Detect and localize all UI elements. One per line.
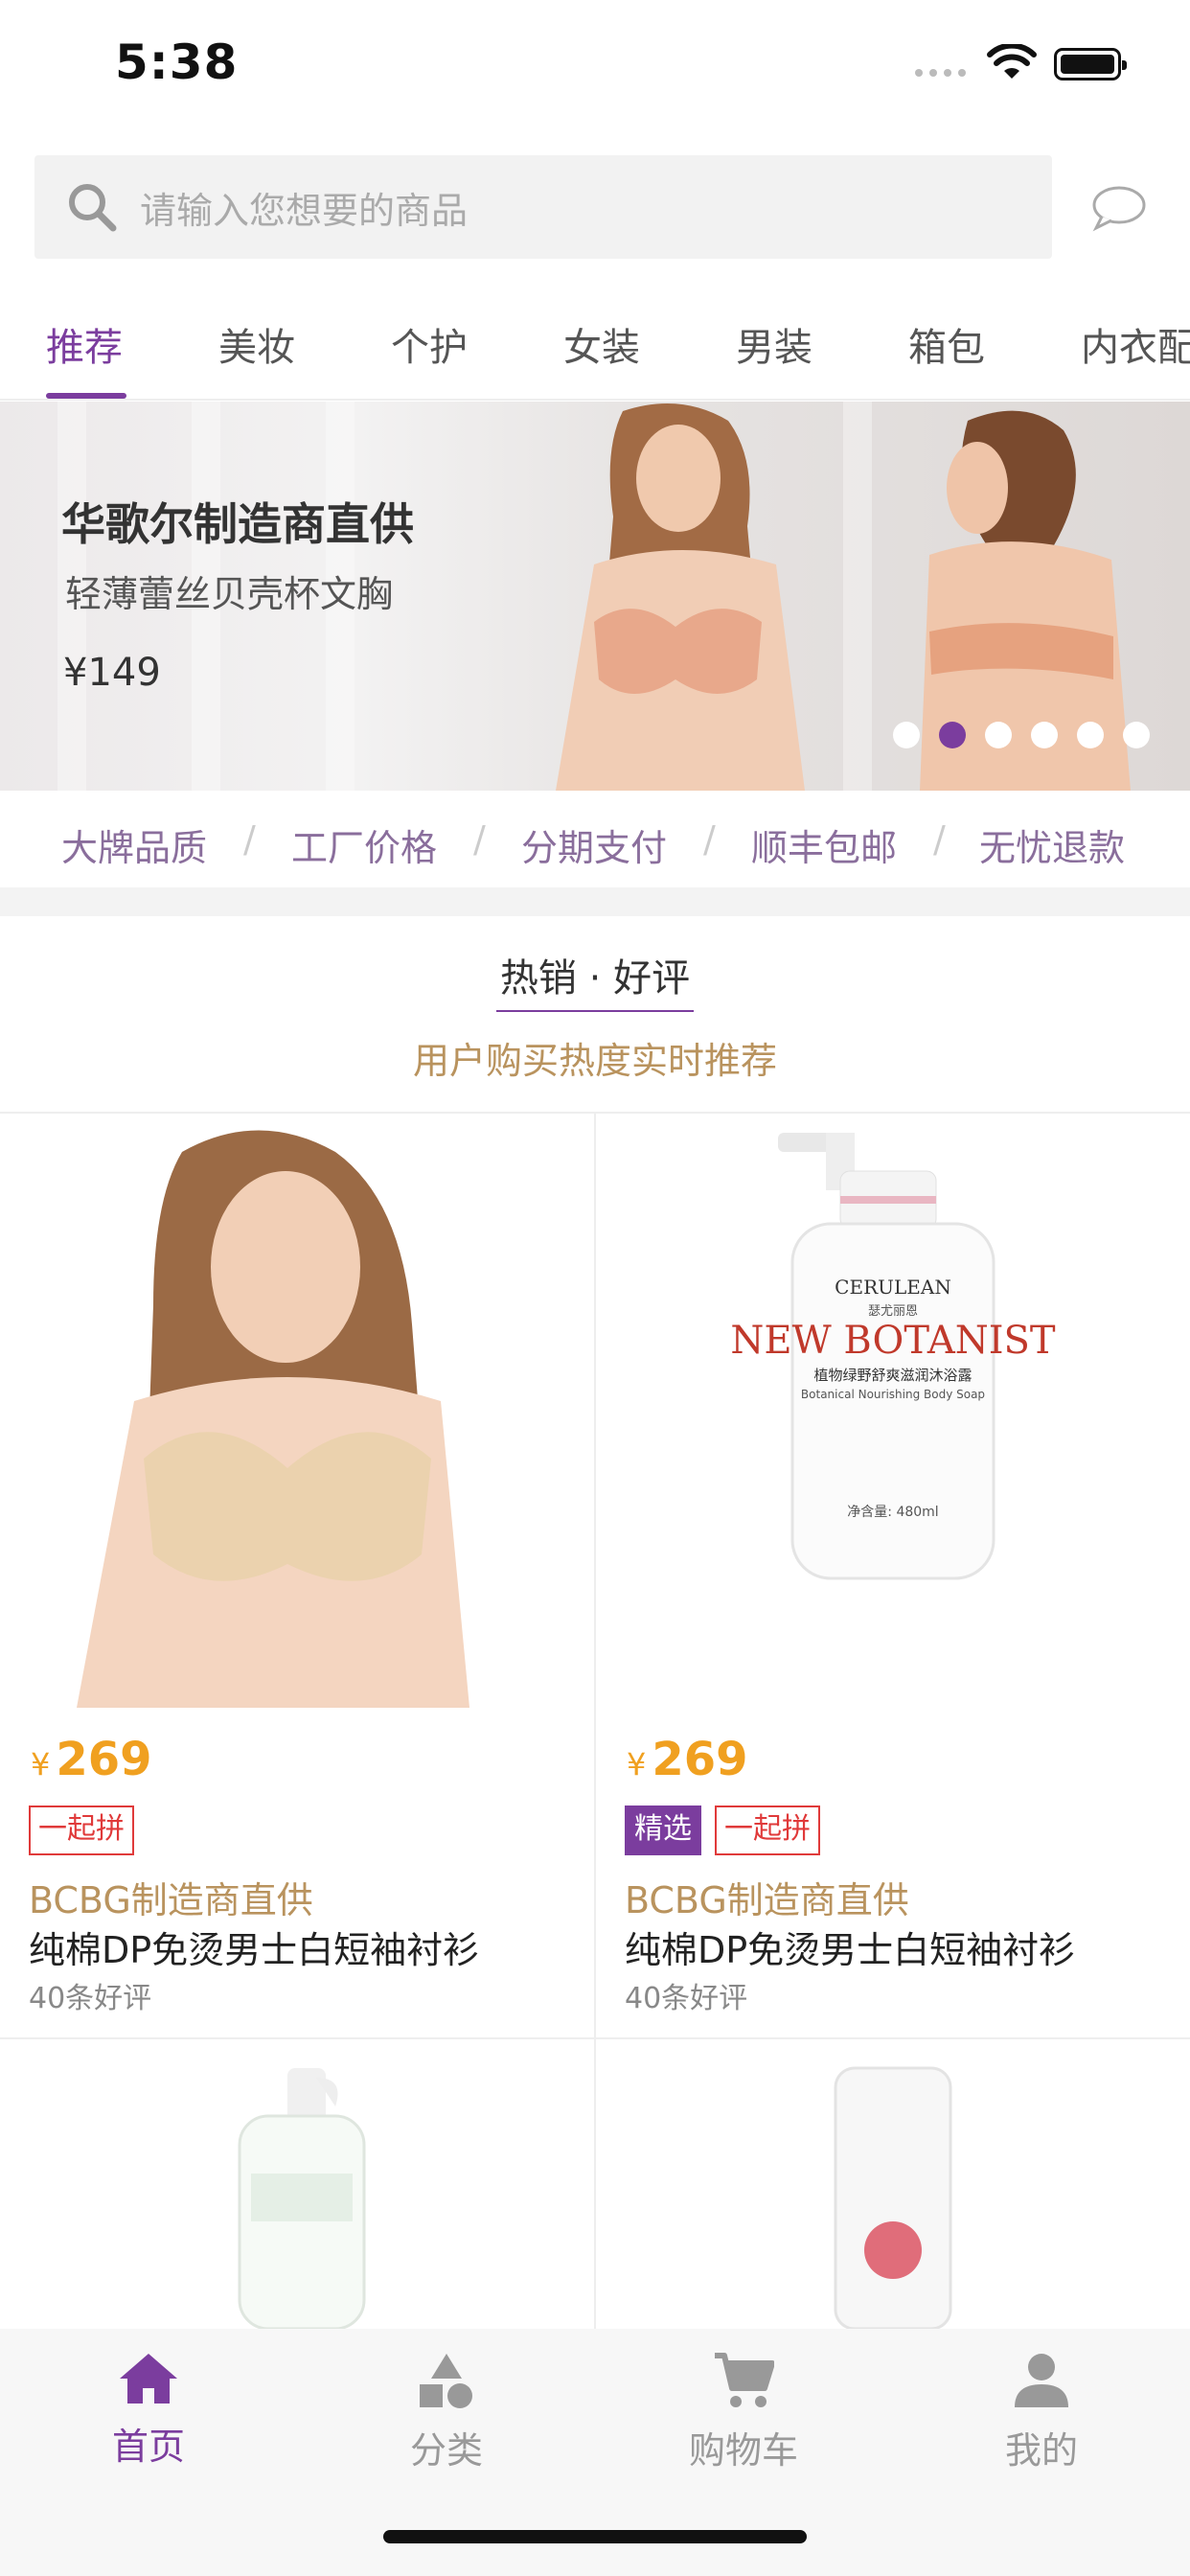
product-badges: 精选 一起拼 [625,1806,820,1855]
tab-active-indicator [46,393,126,399]
service-features: 大牌品质 / 工厂价格 / 分期支付 / 顺丰包邮 / 无忧退款 [0,792,1190,887]
wifi-icon [987,44,1037,79]
nav-cart[interactable]: 购物车 [648,2352,839,2473]
price-value: 269 [652,1733,748,1786]
tab-womens[interactable]: 女装 [563,316,640,372]
feature-brand-quality: 大牌品质 [61,827,208,869]
user-icon [1015,2354,1068,2407]
product-image: NEW BOTANIST CERULEAN 瑟尤丽恩 植物绿野舒爽滋润沐浴露 B… [730,1133,1056,1580]
group-buy-badge: 一起拼 [715,1806,820,1855]
product-price: ¥269 [31,1733,152,1786]
product-brand: BCBG制造商直供 [625,1879,909,1921]
cart-icon [715,2353,775,2407]
banner-dot[interactable] [893,722,920,748]
product-card[interactable]: NEW BOTANIST CERULEAN 瑟尤丽恩 植物绿野舒爽滋润沐浴露 B… [596,1114,1190,2037]
feature-separator: / [703,818,716,861]
nav-category[interactable]: 分类 [351,2352,542,2473]
currency-symbol: ¥ [31,1746,51,1782]
banner-dot[interactable] [1031,722,1058,748]
feature-separator: / [243,818,256,861]
feature-separator: / [473,818,486,861]
bottle-volume-text: 净含量: 480ml [847,1505,938,1520]
product-brand: BCBG制造商直供 [29,1879,313,1921]
bottle-desc-cn-text: 植物绿野舒爽滋润沐浴露 [813,1367,972,1384]
feature-separator: / [933,818,946,861]
bottle-brand-cn-text: 瑟尤丽恩 [868,1304,918,1319]
bottle-brand-text: CERULEAN [835,1276,951,1299]
status-bar: 5:38 [0,0,1190,134]
currency-symbol: ¥ [627,1746,647,1782]
banner-dot-active[interactable] [939,722,966,748]
section-underline [496,1010,694,1012]
price-value: 269 [56,1733,152,1786]
product-reviews: 40条好评 [29,1982,152,2015]
section-subtitle: 用户购买热度实时推荐 [412,1040,777,1082]
group-buy-badge: 一起拼 [29,1806,134,1855]
message-icon[interactable] [1090,182,1148,232]
nav-home-label: 首页 [111,2426,185,2468]
product-image-partial[interactable] [596,2039,1190,2329]
featured-badge: 精选 [625,1806,701,1855]
home-icon [120,2354,177,2404]
banner-subtitle: 轻薄蕾丝贝壳杯文胸 [65,573,394,615]
bottle-desc-en-text: Botanical Nourishing Body Soap [801,1388,985,1401]
feature-free-shipping: 顺丰包邮 [751,827,898,869]
banner-dot[interactable] [1123,722,1150,748]
nav-profile-label: 我的 [1004,2429,1078,2472]
search-icon [69,184,117,232]
nav-category-label: 分类 [409,2429,483,2472]
product-name: 纯棉DP免烫男士白短袖衬衫 [29,1929,480,1971]
category-tabs: 推荐 美妆 个护 女装 男装 箱包 内衣配 [0,288,1190,401]
product-badges: 一起拼 [29,1806,134,1855]
search-bar[interactable]: 请输入您想要的商品 [34,155,1052,259]
nav-cart-label: 购物车 [688,2429,798,2472]
tab-personal-care[interactable]: 个护 [391,316,468,372]
home-indicator[interactable] [383,2530,807,2543]
banner-model-image [556,403,805,791]
product-reviews: 40条好评 [625,1982,748,2015]
status-time: 5:38 [115,34,239,90]
product-price: ¥269 [627,1733,748,1786]
banner-title: 华歌尔制造商直供 [61,498,414,550]
nav-profile[interactable]: 我的 [946,2352,1137,2473]
promo-banner[interactable]: 华歌尔制造商直供 轻薄蕾丝贝壳杯文胸 ¥149 [0,402,1190,791]
product-image [77,1130,469,1708]
section-divider [0,887,1190,916]
tab-bags[interactable]: 箱包 [908,316,985,372]
signal-icon [915,69,966,77]
feature-factory-price: 工厂价格 [291,827,438,869]
banner-dot[interactable] [985,722,1012,748]
bottle-label-text: NEW BOTANIST [730,1319,1056,1363]
product-card[interactable]: ¥269 一起拼 BCBG制造商直供 纯棉DP免烫男士白短袖衬衫 40条好评 [0,1114,594,2037]
tab-underwear[interactable]: 内衣配 [1081,316,1190,372]
nav-home[interactable]: 首页 [53,2352,244,2470]
banner-price: ¥149 [63,651,161,695]
tab-mens[interactable]: 男装 [736,316,812,372]
tab-recommend[interactable]: 推荐 [46,316,123,372]
section-title: 热销 · 好评 [499,956,691,1000]
search-input[interactable]: 请输入您想要的商品 [140,181,468,234]
feature-easy-returns: 无忧退款 [979,827,1126,869]
battery-icon [1054,48,1127,80]
tab-makeup[interactable]: 美妆 [218,316,295,372]
feature-installments: 分期支付 [521,827,668,869]
product-image-partial[interactable] [0,2039,594,2329]
category-icon [420,2354,472,2408]
banner-dot[interactable] [1077,722,1104,748]
banner-pagination[interactable] [893,722,1150,748]
product-name: 纯棉DP免烫男士白短袖衬衫 [625,1929,1076,1971]
